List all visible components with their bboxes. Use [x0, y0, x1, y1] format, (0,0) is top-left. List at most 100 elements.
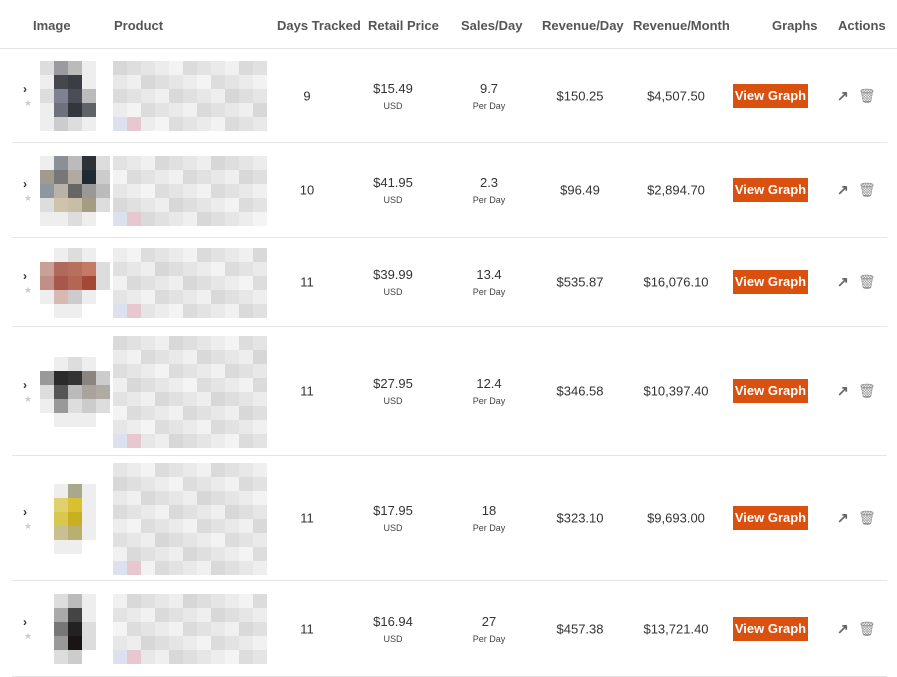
revenue-per-month: $4,507.50 [647, 88, 705, 103]
header-revenue-day: Revenue/Day [542, 18, 624, 33]
per-day-label: Per Day [472, 195, 506, 205]
sales-per-day: 12.4 Per Day [473, 376, 506, 406]
revenue-per-month: $16,076.10 [643, 274, 709, 290]
view-graph-button[interactable]: View Graph [733, 379, 808, 403]
per-day-label: Per Day [472, 100, 506, 111]
per-day-label: Per Day [472, 523, 506, 533]
days-tracked: 10 [299, 182, 315, 198]
chevron-right-icon[interactable]: › [23, 82, 27, 96]
revenue-per-day: $323.10 [556, 510, 604, 526]
external-link-icon[interactable]: ↗︎ [837, 182, 849, 199]
trash-icon[interactable]: 🗑︎ [858, 87, 876, 104]
table-header: Image Product Days Tracked Retail Price … [0, 0, 897, 49]
table-row: › ★ 10 $41.95 USD 2.3 Per Day $96.49 $2,894.70 Vi… [12, 143, 887, 238]
price-value: $39.99 [373, 267, 413, 282]
view-graph-button[interactable]: View Graph [733, 270, 808, 294]
price-value: $41.95 [373, 175, 413, 190]
revenue-per-month: $2,894.70 [647, 182, 705, 198]
header-retail-price: Retail Price [368, 18, 439, 33]
revenue-per-month: $13,721.40 [643, 621, 709, 636]
chevron-right-icon[interactable]: › [23, 177, 27, 191]
header-image: Image [33, 18, 71, 33]
header-graphs: Graphs [772, 18, 818, 33]
currency: USD [383, 287, 403, 297]
days-tracked: 11 [300, 510, 314, 526]
external-link-icon[interactable]: ↗︎ [837, 87, 849, 104]
revenue-per-month: $10,397.40 [643, 383, 709, 399]
table-row: › ★ 11 $27.95 USD 12.4 Per Day $346.58 $10,397.4… [12, 327, 887, 456]
star-icon[interactable]: ★ [24, 98, 32, 109]
currency: USD [383, 396, 403, 406]
revenue-per-day: $535.87 [556, 274, 604, 290]
product-name-blurred [113, 335, 267, 448]
product-name-blurred [113, 247, 267, 318]
retail-price: $17.95 USD [373, 503, 413, 533]
chevron-right-icon[interactable]: › [23, 615, 27, 629]
product-name-blurred [113, 594, 267, 664]
header-actions: Actions [838, 18, 886, 33]
trash-icon[interactable]: 🗑︎ [858, 274, 876, 291]
product-image [40, 155, 110, 226]
per-day-label: Per Day [472, 396, 506, 406]
days-tracked: 11 [300, 621, 314, 636]
retail-price: $41.95 USD [373, 175, 413, 205]
revenue-per-day: $150.25 [556, 88, 604, 103]
sales-value: 18 [481, 503, 497, 518]
trash-icon[interactable]: 🗑︎ [858, 510, 876, 527]
sales-value: 13.4 [476, 267, 502, 282]
external-link-icon[interactable]: ↗︎ [837, 510, 849, 527]
product-image [40, 247, 110, 318]
sales-value: 2.3 [479, 175, 499, 190]
days-tracked: 11 [300, 274, 314, 290]
retail-price: $15.49 USD [373, 81, 413, 111]
trash-icon[interactable]: 🗑︎ [858, 383, 876, 400]
per-day-label: Per Day [472, 287, 506, 297]
currency: USD [383, 523, 403, 533]
table-row: › ★ 11 $16.94 USD 27 Per Day $457.38 $13,721.40 V… [12, 581, 887, 677]
table-row: › ★ 11 $17.95 USD 18 Per Day $323.10 $9,693.00 Vi… [12, 456, 887, 581]
header-sales-day: Sales/Day [461, 18, 523, 33]
revenue-per-day: $457.38 [556, 621, 604, 636]
star-icon[interactable]: ★ [24, 521, 32, 532]
star-icon[interactable]: ★ [24, 394, 32, 405]
currency: USD [383, 100, 403, 111]
external-link-icon[interactable]: ↗︎ [837, 274, 849, 291]
external-link-icon[interactable]: ↗︎ [837, 383, 849, 400]
table-row: › ★ 11 $39.99 USD 13.4 Per Day $535.87 $16,076.1… [12, 238, 887, 327]
days-tracked: 9 [303, 88, 311, 103]
revenue-per-day: $346.58 [556, 383, 604, 399]
trash-icon[interactable]: 🗑︎ [858, 620, 876, 637]
sales-value: 9.7 [479, 80, 499, 96]
price-value: $27.95 [373, 376, 413, 391]
star-icon[interactable]: ★ [24, 631, 32, 642]
sales-value: 27 [481, 613, 497, 629]
star-icon[interactable]: ★ [24, 193, 32, 204]
days-tracked: 11 [300, 383, 314, 399]
product-image [40, 61, 110, 131]
chevron-right-icon[interactable]: › [23, 269, 27, 283]
view-graph-button[interactable]: View Graph [733, 178, 808, 202]
price-value: $16.94 [373, 613, 413, 629]
chevron-right-icon[interactable]: › [23, 505, 27, 519]
product-image [40, 483, 110, 554]
view-graph-button[interactable]: View Graph [733, 506, 808, 530]
product-name-blurred [113, 462, 267, 575]
retail-price: $27.95 USD [373, 376, 413, 406]
currency: USD [383, 195, 403, 205]
chevron-right-icon[interactable]: › [23, 378, 27, 392]
sales-per-day: 27 Per Day [473, 614, 506, 644]
view-graph-button[interactable]: View Graph [733, 616, 808, 641]
price-value: $17.95 [373, 503, 413, 518]
revenue-per-day: $96.49 [560, 182, 600, 198]
view-graph-button[interactable]: View Graph [733, 83, 808, 108]
star-icon[interactable]: ★ [24, 285, 32, 296]
price-value: $15.49 [373, 80, 413, 96]
product-image [40, 356, 110, 427]
currency: USD [383, 633, 403, 644]
sales-per-day: 13.4 Per Day [473, 267, 506, 297]
sales-per-day: 9.7 Per Day [473, 81, 506, 111]
trash-icon[interactable]: 🗑︎ [858, 182, 876, 199]
external-link-icon[interactable]: ↗︎ [837, 620, 849, 637]
retail-price: $16.94 USD [373, 614, 413, 644]
sales-per-day: 18 Per Day [473, 503, 506, 533]
